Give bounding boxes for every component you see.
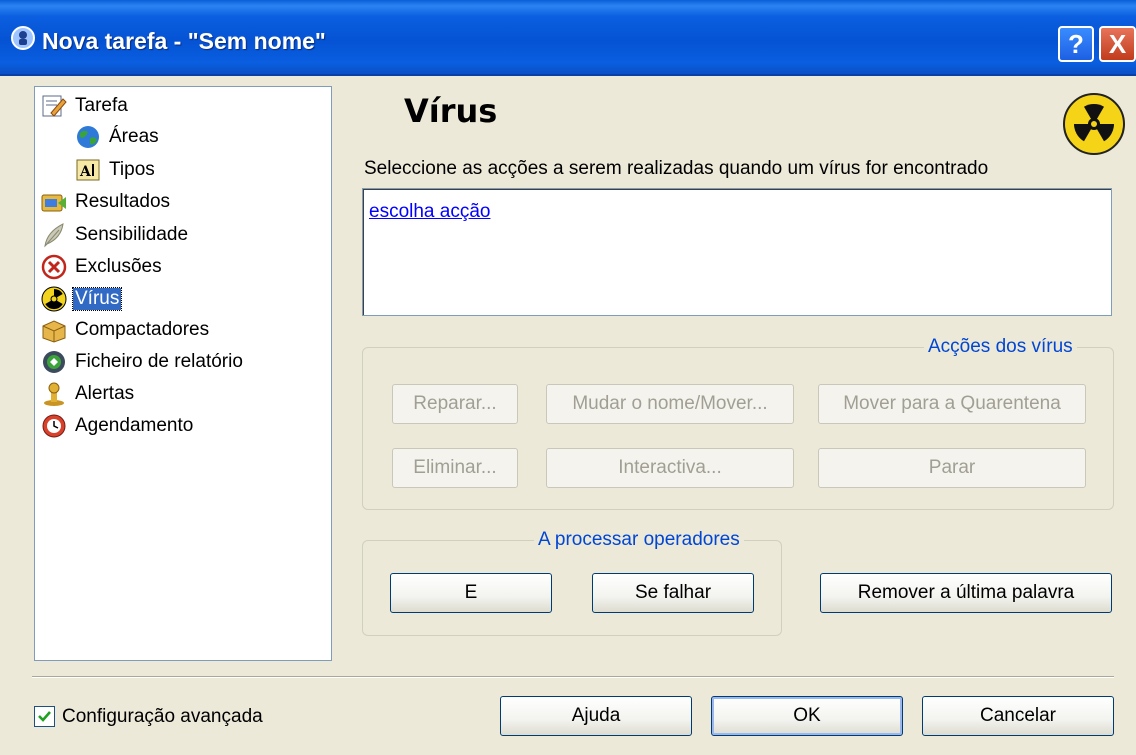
- stop-button[interactable]: Parar: [818, 448, 1086, 488]
- tree-item-compactadores[interactable]: Compactadores: [41, 315, 211, 345]
- cancel-button[interactable]: Cancelar: [922, 696, 1114, 736]
- help-button[interactable]: Ajuda: [500, 696, 692, 736]
- close-button[interactable]: X: [1099, 26, 1136, 62]
- svg-text:A: A: [79, 164, 92, 180]
- rename-move-button[interactable]: Mudar o nome/Mover...: [546, 384, 794, 424]
- title-bar[interactable]: Nova tarefa - "Sem nome" ? X: [0, 0, 1136, 76]
- tree-item-tipos[interactable]: A Tipos: [75, 155, 157, 185]
- quarantine-button[interactable]: Mover para a Quarentena: [818, 384, 1086, 424]
- advanced-settings-label[interactable]: Configuração avançada: [62, 706, 263, 728]
- globe-icon: [77, 126, 99, 148]
- repair-button[interactable]: Reparar...: [392, 384, 518, 424]
- feather-icon: [44, 223, 64, 248]
- tree-item-areas[interactable]: Áreas: [75, 122, 161, 152]
- tree-label: Sensibilidade: [75, 224, 189, 245]
- tree-item-tarefa[interactable]: Tarefa: [41, 91, 130, 121]
- tree-label: Exclusões: [75, 256, 162, 277]
- checkmark-icon: [38, 711, 51, 722]
- tree-item-alertas[interactable]: Alertas: [41, 379, 136, 409]
- help-icon: ?: [1068, 28, 1084, 59]
- advanced-settings-checkbox[interactable]: [34, 706, 55, 727]
- tree-label: Alertas: [75, 383, 135, 404]
- help-title-button[interactable]: ?: [1058, 26, 1094, 62]
- remove-last-word-button[interactable]: Remover a última palavra: [820, 573, 1112, 613]
- interactive-button[interactable]: Interactiva...: [546, 448, 794, 488]
- tree-label: Resultados: [75, 191, 171, 212]
- tree-label: Vírus: [71, 287, 123, 311]
- tree-item-exclusoes[interactable]: Exclusões: [41, 252, 164, 282]
- tree-item-sensibilidade[interactable]: Sensibilidade: [41, 220, 190, 250]
- delete-button[interactable]: Eliminar...: [392, 448, 518, 488]
- dialog-window: Nova tarefa - "Sem nome" ? X Tarefa Área…: [0, 0, 1136, 755]
- footer-separator: [32, 676, 1114, 678]
- virus-actions-title: Acções dos vírus: [924, 336, 1077, 358]
- results-icon: [41, 194, 66, 212]
- radiation-icon: [41, 286, 67, 312]
- tree-label: Agendamento: [75, 415, 194, 436]
- ok-button[interactable]: OK: [711, 696, 903, 736]
- close-icon: X: [1108, 28, 1127, 59]
- alert-icon: [44, 382, 64, 406]
- if-fail-button[interactable]: Se falhar: [592, 573, 754, 613]
- action-list-box[interactable]: escolha acção: [362, 188, 1112, 316]
- operators-title: A processar operadores: [534, 529, 744, 551]
- radiation-icon: [1063, 93, 1125, 155]
- tree-label: Ficheiro de relatório: [75, 351, 243, 372]
- file-types-icon: A: [76, 159, 100, 181]
- package-icon: [42, 320, 66, 343]
- app-icon: [11, 26, 35, 50]
- tree-label: Áreas: [109, 126, 159, 147]
- tree-item-ficheiro-relatorio[interactable]: Ficheiro de relatório: [41, 347, 245, 377]
- page-title: Vírus: [404, 92, 498, 130]
- action-prompt: Seleccione as acções a serem realizadas …: [364, 158, 989, 179]
- tree-item-resultados[interactable]: Resultados: [41, 187, 172, 217]
- tree-item-virus[interactable]: Vírus: [41, 284, 123, 314]
- and-button[interactable]: E: [390, 573, 552, 613]
- tree-label: Tipos: [109, 159, 155, 180]
- choose-action-link[interactable]: escolha acção: [369, 201, 490, 223]
- report-file-icon: [43, 351, 65, 373]
- task-edit-icon: [42, 95, 67, 117]
- tree-label: Compactadores: [75, 319, 210, 340]
- tree-item-agendamento[interactable]: Agendamento: [41, 411, 195, 441]
- window-title: Nova tarefa - "Sem nome": [42, 28, 326, 54]
- settings-tree[interactable]: Tarefa Áreas A Tipos Resultados Sensibil…: [34, 86, 332, 661]
- tree-label: Tarefa: [75, 95, 128, 116]
- exclusion-icon: [41, 254, 67, 280]
- clock-icon: [42, 414, 66, 438]
